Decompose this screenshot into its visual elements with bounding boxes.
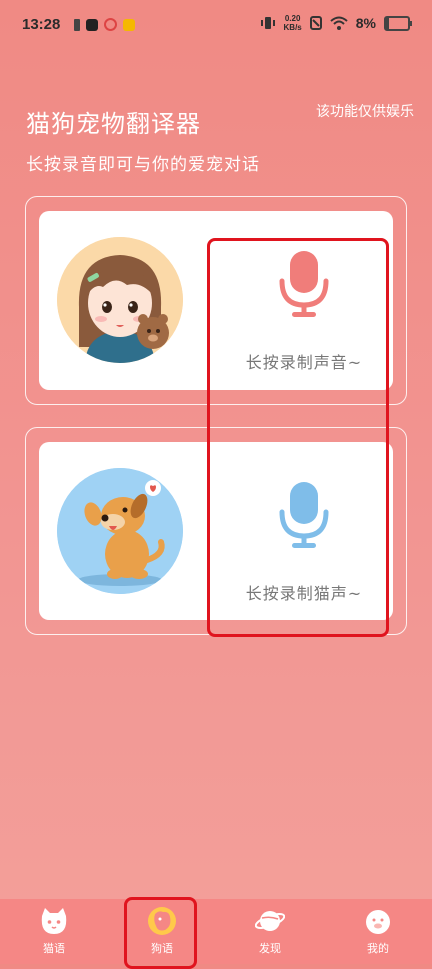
bottom-nav: 猫语 狗语 发现 我的 — [0, 899, 432, 964]
cat-face-icon — [41, 908, 67, 934]
page-title: 猫狗宠物翻译器 — [26, 110, 201, 138]
dog-face-icon — [148, 907, 176, 935]
puppy-avatar — [57, 468, 183, 594]
system-icons: 0.20 KB/s 8% — [260, 14, 412, 32]
status-bar: 13:28 0.20 KB/s 8% — [0, 0, 432, 52]
record-cat-label: 长按录制猫声~ — [245, 584, 363, 603]
page-subtitle: 长按录音即可与你的爱宠对话 — [26, 155, 260, 175]
nav-item-cat-language[interactable]: 猫语 — [0, 899, 108, 964]
app-notification-icon — [123, 18, 135, 31]
net-speed-value: 0.20 — [284, 14, 301, 23]
record-voice-button[interactable]: 长按录制声音~ — [219, 211, 389, 390]
nav-item-discover[interactable]: 发现 — [216, 899, 324, 964]
nav-label: 猫语 — [43, 942, 65, 955]
status-time: 13:28 — [22, 16, 61, 33]
nav-label: 发现 — [259, 942, 281, 955]
cat-voice-card-frame: 长按录制猫声~ — [25, 427, 407, 635]
microphone-icon — [279, 251, 329, 317]
girl-avatar — [57, 237, 183, 363]
cat-voice-card: 长按录制猫声~ — [39, 442, 393, 620]
net-speed: 0.20 KB/s — [284, 14, 302, 32]
disclaimer-text: 该功能仅供娱乐 — [316, 104, 414, 120]
nav-label: 狗语 — [151, 942, 173, 955]
net-speed-unit: KB/s — [283, 23, 302, 32]
battery-percent: 8% — [355, 15, 376, 31]
no-sim-icon — [309, 16, 322, 30]
nav-item-mine[interactable]: 我的 — [324, 899, 432, 964]
vibrate-icon — [260, 17, 275, 29]
battery-icon — [384, 15, 412, 31]
human-voice-card-frame: 长按录制声音~ — [25, 196, 407, 405]
wifi-icon — [330, 16, 348, 30]
tiktok-icon — [86, 18, 98, 31]
microphone-icon — [279, 482, 329, 548]
nav-label: 我的 — [367, 942, 389, 955]
planet-icon — [255, 911, 285, 931]
record-voice-label: 长按录制声音~ — [245, 353, 363, 372]
human-voice-card: 长按录制声音~ — [39, 211, 393, 390]
weibo-icon — [104, 18, 117, 31]
nav-item-dog-language[interactable]: 狗语 — [108, 899, 216, 964]
pig-face-icon — [366, 910, 390, 934]
notification-icons — [74, 18, 135, 31]
sim-icon — [74, 18, 80, 31]
record-cat-button[interactable]: 长按录制猫声~ — [219, 442, 389, 620]
